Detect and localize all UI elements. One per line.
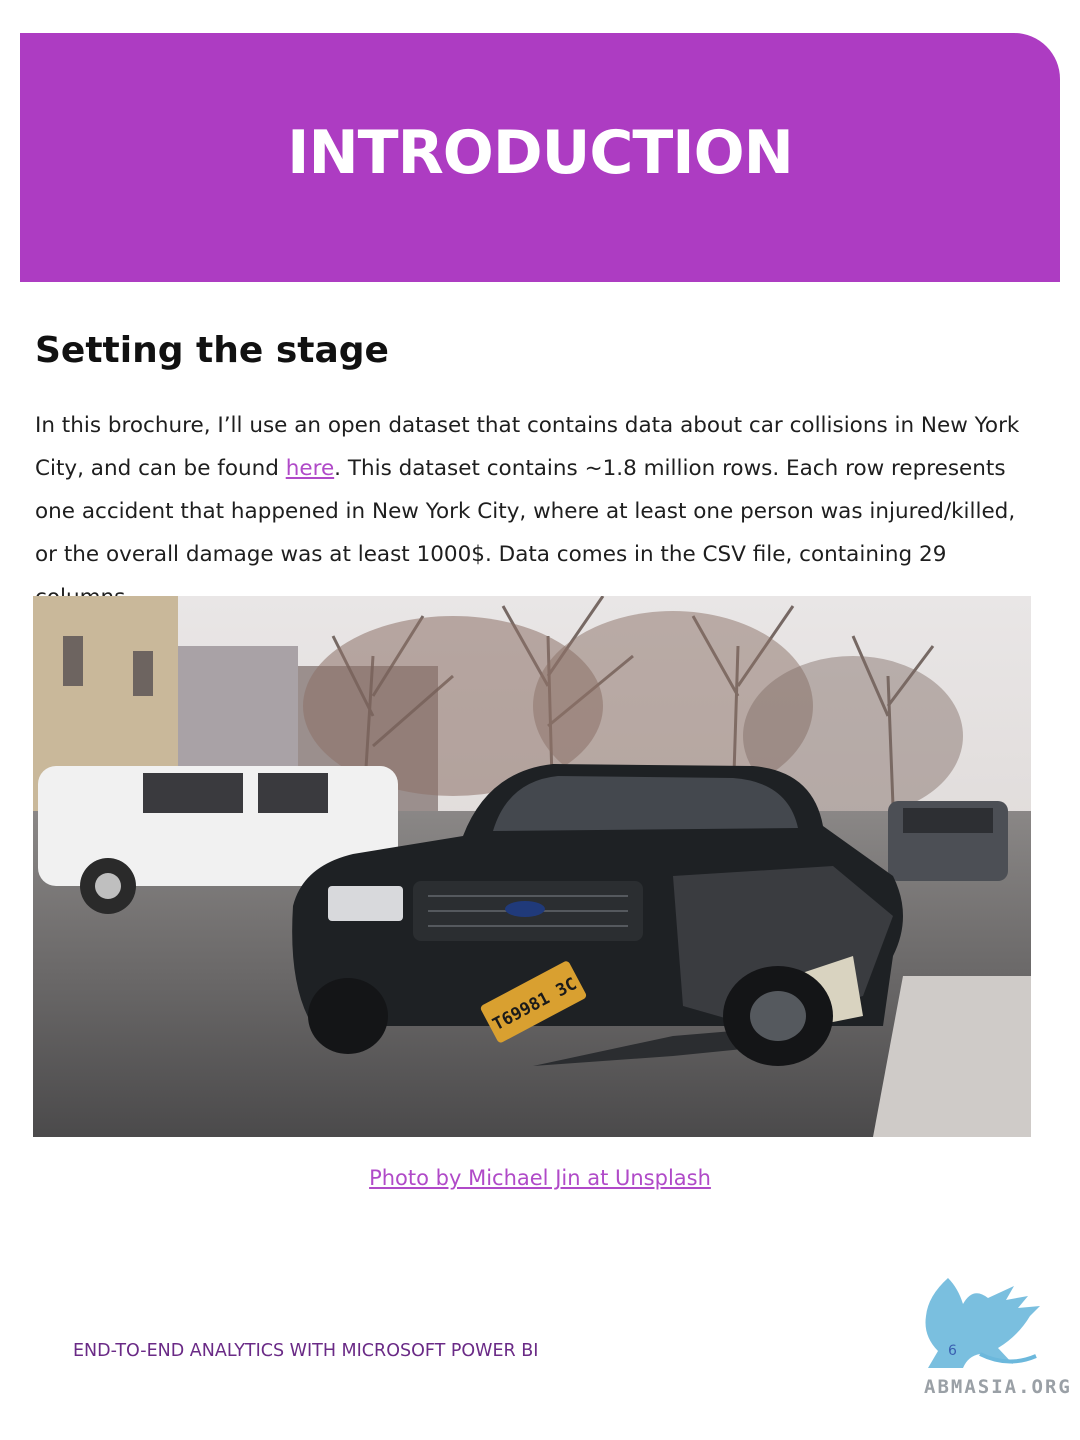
photo-caption-link[interactable]: Photo by Michael Jin at Unsplash (0, 1166, 1080, 1190)
dataset-link[interactable]: here (286, 456, 334, 481)
header-banner: INTRODUCTION (20, 33, 1060, 282)
watermark-text: ABMASIA.ORG (924, 1376, 1072, 1398)
page-title: INTRODUCTION (287, 117, 794, 188)
car-crash-photo: T69981 3C (33, 596, 1031, 1137)
section-title: Setting the stage (35, 330, 389, 371)
griffin-logo-icon (925, 1278, 1040, 1368)
intro-paragraph: In this brochure, I’ll use an open datas… (35, 404, 1025, 619)
page-number: 6 (948, 1343, 957, 1359)
footer-title: END-TO-END ANALYTICS WITH MICROSOFT POWE… (73, 1341, 539, 1361)
